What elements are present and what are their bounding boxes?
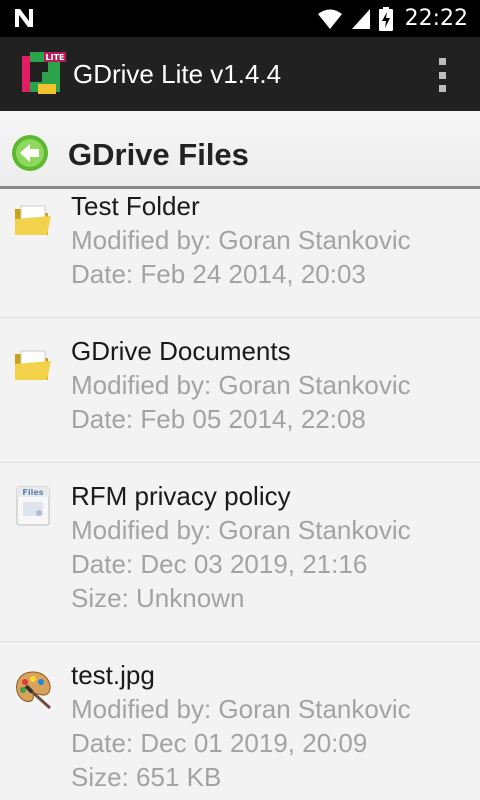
document-icon: Files bbox=[16, 486, 50, 526]
overflow-dot bbox=[438, 85, 446, 92]
list-item[interactable]: GDrive Documents Modified by: Goran Stan… bbox=[0, 318, 480, 463]
status-time: 22:22 bbox=[404, 6, 468, 31]
folder-icon bbox=[15, 350, 51, 380]
files-header: GDrive Files bbox=[0, 111, 480, 187]
file-date: Date: Dec 01 2019, 20:09 bbox=[71, 728, 368, 758]
notification-n-icon bbox=[15, 9, 33, 27]
file-modified-by: Modified by: Goran Stankovic bbox=[71, 225, 411, 255]
app-logo-icon: LITE bbox=[22, 52, 66, 94]
file-size: Size: 651 KB bbox=[71, 762, 222, 792]
list-item[interactable]: test.jpg Modified by: Goran Stankovic Da… bbox=[0, 642, 480, 800]
file-size: Size: Unknown bbox=[71, 583, 245, 613]
overflow-menu-icon[interactable] bbox=[437, 58, 447, 92]
file-date: Date: Feb 05 2014, 22:08 bbox=[71, 404, 366, 434]
list-item[interactable]: Files RFM privacy policy Modified by: Go… bbox=[0, 463, 480, 642]
list-item[interactable]: Test Folder Modified by: Goran Stankovic… bbox=[0, 189, 480, 318]
file-list[interactable]: Test Folder Modified by: Goran Stankovic… bbox=[0, 189, 480, 800]
wifi-icon bbox=[317, 9, 342, 29]
document-icon-label: Files bbox=[22, 488, 43, 497]
image-palette-icon bbox=[16, 671, 52, 710]
app-logo-badge: LITE bbox=[46, 53, 65, 62]
signal-icon bbox=[351, 8, 370, 29]
back-arrow-icon[interactable] bbox=[11, 134, 49, 172]
file-date: Date: Dec 03 2019, 21:16 bbox=[71, 549, 368, 579]
file-text: GDrive Documents Modified by: Goran Stan… bbox=[71, 334, 472, 436]
status-bar: 22:22 bbox=[0, 0, 480, 37]
file-text: Test Folder Modified by: Goran Stankovic… bbox=[71, 189, 472, 291]
app-bar: LITE GDrive Lite v1.4.4 bbox=[0, 37, 480, 111]
status-icons: 22:22 bbox=[317, 0, 468, 37]
folder-icon bbox=[15, 205, 51, 235]
app-title: GDrive Lite v1.4.4 bbox=[73, 58, 282, 89]
file-modified-by: Modified by: Goran Stankovic bbox=[71, 694, 411, 724]
file-date: Date: Feb 24 2014, 20:03 bbox=[71, 259, 366, 289]
file-text: RFM privacy policy Modified by: Goran St… bbox=[71, 479, 472, 615]
file-text: test.jpg Modified by: Goran Stankovic Da… bbox=[71, 658, 472, 794]
file-name: GDrive Documents bbox=[71, 336, 291, 366]
overflow-dot bbox=[438, 58, 446, 65]
battery-charging-icon bbox=[378, 6, 393, 31]
file-modified-by: Modified by: Goran Stankovic bbox=[71, 515, 411, 545]
file-modified-by: Modified by: Goran Stankovic bbox=[71, 370, 411, 400]
overflow-dot bbox=[438, 71, 446, 79]
file-name: RFM privacy policy bbox=[71, 481, 291, 511]
file-name: Test Folder bbox=[71, 191, 200, 221]
file-name: test.jpg bbox=[71, 660, 155, 690]
